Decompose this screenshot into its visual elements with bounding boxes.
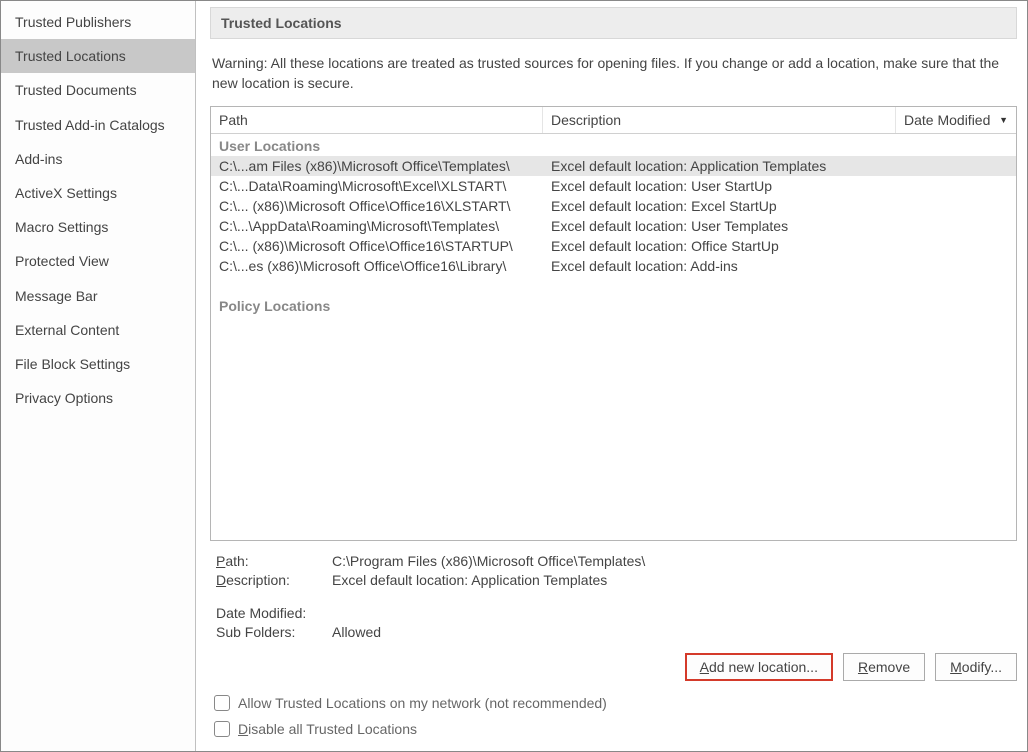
- sort-desc-icon: ▼: [999, 115, 1008, 125]
- detail-desc-value: Excel default location: Application Temp…: [332, 572, 1017, 588]
- cell-desc: Excel default location: Office StartUp: [543, 237, 896, 255]
- column-path[interactable]: Path: [211, 107, 543, 133]
- table-row[interactable]: C:\... (x86)\Microsoft Office\Office16\S…: [211, 236, 1016, 256]
- sidebar-item-macro-settings[interactable]: Macro Settings: [1, 210, 195, 244]
- sidebar-item-trusted-publishers[interactable]: Trusted Publishers: [1, 5, 195, 39]
- cell-date: [896, 157, 1016, 175]
- sidebar-item-add-ins[interactable]: Add-ins: [1, 142, 195, 176]
- detail-date-value: [332, 605, 1017, 621]
- column-description[interactable]: Description: [543, 107, 896, 133]
- sidebar-item-trusted-addin-catalogs[interactable]: Trusted Add-in Catalogs: [1, 108, 195, 142]
- allow-network-label: Allow Trusted Locations on my network (n…: [238, 695, 607, 711]
- allow-network-row[interactable]: Allow Trusted Locations on my network (n…: [214, 695, 1017, 711]
- detail-date-label: Date Modified:: [216, 605, 332, 621]
- cell-desc: Excel default location: Excel StartUp: [543, 197, 896, 215]
- cell-date: [896, 177, 1016, 195]
- detail-subfolders-label: Sub Folders:: [216, 624, 332, 640]
- column-date-modified[interactable]: Date Modified ▼: [896, 107, 1016, 133]
- allow-network-checkbox[interactable]: [214, 695, 230, 711]
- table-row[interactable]: C:\...am Files (x86)\Microsoft Office\Te…: [211, 156, 1016, 176]
- table-header: Path Description Date Modified ▼: [211, 107, 1016, 134]
- detail-desc-label: Description:: [216, 572, 332, 588]
- sidebar-item-external-content[interactable]: External Content: [1, 313, 195, 347]
- table-row[interactable]: C:\...\AppData\Roaming\Microsoft\Templat…: [211, 216, 1016, 236]
- disable-all-row[interactable]: Disable all Trusted Locations: [214, 721, 1017, 737]
- cell-path: C:\... (x86)\Microsoft Office\Office16\S…: [211, 237, 543, 255]
- cell-path: C:\... (x86)\Microsoft Office\Office16\X…: [211, 197, 543, 215]
- button-row: Add new location... Remove Modify...: [210, 653, 1017, 681]
- cell-desc: Excel default location: User StartUp: [543, 177, 896, 195]
- disable-all-label: Disable all Trusted Locations: [238, 721, 417, 737]
- section-policy-locations: Policy Locations: [211, 294, 1016, 316]
- sidebar-item-activex-settings[interactable]: ActiveX Settings: [1, 176, 195, 210]
- table-row[interactable]: C:\...es (x86)\Microsoft Office\Office16…: [211, 256, 1016, 276]
- cell-path: C:\...am Files (x86)\Microsoft Office\Te…: [211, 157, 543, 175]
- sidebar-item-trusted-documents[interactable]: Trusted Documents: [1, 73, 195, 107]
- detail-subfolders-value: Allowed: [332, 624, 1017, 640]
- sidebar-item-trusted-locations[interactable]: Trusted Locations: [1, 39, 195, 73]
- warning-text: Warning: All these locations are treated…: [212, 53, 1015, 94]
- cell-path: C:\...\AppData\Roaming\Microsoft\Templat…: [211, 217, 543, 235]
- cell-date: [896, 257, 1016, 275]
- sidebar-item-file-block-settings[interactable]: File Block Settings: [1, 347, 195, 381]
- section-user-locations: User Locations: [211, 134, 1016, 156]
- add-new-location-button[interactable]: Add new location...: [685, 653, 833, 681]
- table-row[interactable]: C:\... (x86)\Microsoft Office\Office16\X…: [211, 196, 1016, 216]
- sidebar-item-protected-view[interactable]: Protected View: [1, 244, 195, 278]
- cell-path: C:\...es (x86)\Microsoft Office\Office16…: [211, 257, 543, 275]
- column-date-label: Date Modified: [904, 112, 990, 128]
- page-title: Trusted Locations: [210, 7, 1017, 39]
- detail-path-value: C:\Program Files (x86)\Microsoft Office\…: [332, 553, 1017, 569]
- details-panel: Path: C:\Program Files (x86)\Microsoft O…: [210, 553, 1017, 643]
- modify-button[interactable]: Modify...: [935, 653, 1017, 681]
- sidebar-item-message-bar[interactable]: Message Bar: [1, 279, 195, 313]
- sidebar: Trusted Publishers Trusted Locations Tru…: [1, 1, 196, 751]
- detail-path-label: Path:: [216, 553, 332, 569]
- cell-date: [896, 197, 1016, 215]
- cell-desc: Excel default location: Application Temp…: [543, 157, 896, 175]
- cell-desc: Excel default location: Add-ins: [543, 257, 896, 275]
- table-body: User Locations C:\...am Files (x86)\Micr…: [211, 134, 1016, 540]
- cell-date: [896, 217, 1016, 235]
- cell-path: C:\...Data\Roaming\Microsoft\Excel\XLSTA…: [211, 177, 543, 195]
- cell-desc: Excel default location: User Templates: [543, 217, 896, 235]
- locations-table: Path Description Date Modified ▼ User Lo…: [210, 106, 1017, 541]
- cell-date: [896, 237, 1016, 255]
- remove-button[interactable]: Remove: [843, 653, 925, 681]
- disable-all-checkbox[interactable]: [214, 721, 230, 737]
- main-panel: Trusted Locations Warning: All these loc…: [196, 1, 1027, 751]
- table-row[interactable]: C:\...Data\Roaming\Microsoft\Excel\XLSTA…: [211, 176, 1016, 196]
- sidebar-item-privacy-options[interactable]: Privacy Options: [1, 381, 195, 415]
